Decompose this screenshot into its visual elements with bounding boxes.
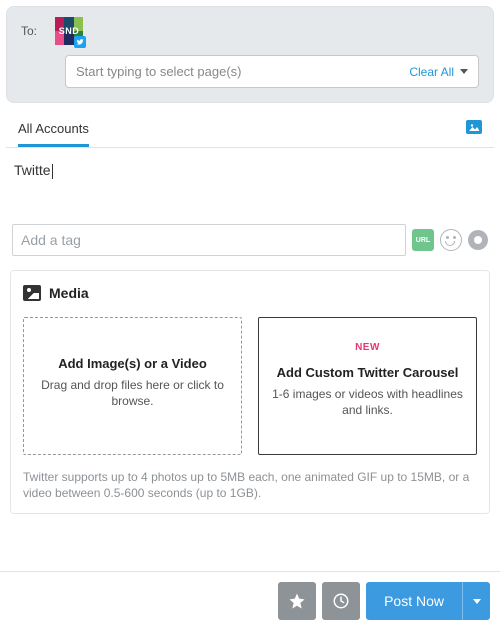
compose-text: Twitte: [14, 162, 53, 178]
emoji-icon[interactable]: [440, 229, 462, 251]
post-now-button[interactable]: Post Now: [366, 582, 490, 620]
schedule-button[interactable]: [322, 582, 360, 620]
carousel-dropzone[interactable]: NEW Add Custom Twitter Carousel 1-6 imag…: [258, 317, 477, 455]
tag-input[interactable]: [12, 224, 406, 256]
account-abbr: SND: [59, 26, 80, 36]
upload-sub: Drag and drop files here or click to bro…: [36, 377, 229, 409]
media-note: Twitter supports up to 4 photos up to 5M…: [23, 469, 477, 501]
shorten-link-button[interactable]: URL: [412, 229, 434, 251]
chevron-down-icon[interactable]: [460, 69, 468, 74]
bottom-bar: Post Now: [0, 571, 500, 630]
media-header: Media: [23, 285, 477, 301]
asset-library-icon[interactable]: [468, 230, 488, 250]
tag-row: URL: [0, 224, 500, 256]
post-options-button[interactable]: [462, 582, 490, 620]
page-select-input[interactable]: [76, 64, 409, 79]
upload-title: Add Image(s) or a Video: [36, 356, 229, 371]
media-dropzones: Add Image(s) or a Video Drag and drop fi…: [23, 317, 477, 455]
account-tabs: All Accounts: [6, 109, 494, 148]
twitter-badge-icon: [74, 36, 86, 48]
post-now-label: Post Now: [366, 593, 462, 609]
to-label: To:: [21, 24, 37, 38]
media-icon: [23, 285, 41, 301]
page-select[interactable]: Clear All: [65, 55, 479, 88]
carousel-sub: 1-6 images or videos with headlines and …: [271, 386, 464, 418]
media-section: Media Add Image(s) or a Video Drag and d…: [10, 270, 490, 514]
to-row: To: SND: [21, 17, 479, 45]
compose-textarea[interactable]: Twitte: [0, 148, 500, 218]
selected-account-icon[interactable]: SND: [55, 17, 83, 45]
carousel-title: Add Custom Twitter Carousel: [271, 365, 464, 380]
to-panel: To: SND Clear All: [6, 6, 494, 103]
new-badge: NEW: [271, 342, 464, 353]
clear-all-link[interactable]: Clear All: [409, 65, 454, 79]
image-mode-icon[interactable]: [466, 120, 482, 134]
media-title: Media: [49, 285, 89, 301]
chevron-down-icon: [473, 599, 481, 604]
tab-all-accounts[interactable]: All Accounts: [18, 113, 89, 147]
favorite-button[interactable]: [278, 582, 316, 620]
upload-dropzone[interactable]: Add Image(s) or a Video Drag and drop fi…: [23, 317, 242, 455]
